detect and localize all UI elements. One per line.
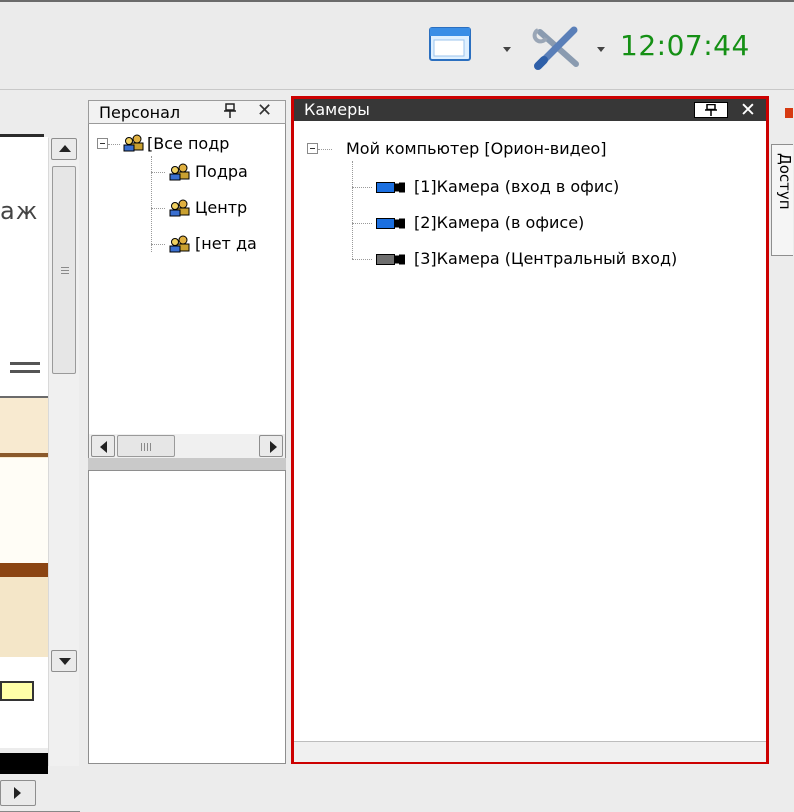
scroll-up-button[interactable] [51,138,77,160]
clock: 12:07:44 [620,29,750,62]
left-panel-bar [0,453,48,457]
tools-dropdown-arrow[interactable] [597,47,605,52]
left-partial-panel: аж [0,96,88,812]
camera-item[interactable]: [1]Камера (вход в офис) [414,177,619,197]
personal-horizontal-scrollbar[interactable] [88,434,286,458]
camera-item[interactable]: [3]Камера (Центральный вход) [414,249,677,269]
personal-panel: Персонал ✕ [Все подр Подра Центр [нет да [88,96,286,764]
chevron-up-icon [59,145,71,152]
tools-icon[interactable] [530,24,586,70]
collapse-toggle[interactable] [307,143,318,154]
tree-item[interactable]: Центр [195,198,247,218]
pin-icon[interactable] [223,103,237,123]
panel-splitter[interactable] [88,458,286,470]
right-dock-strip: Доступ [769,96,794,764]
people-group-icon [169,199,190,217]
left-panel-band [0,577,48,657]
chevron-right-icon [270,441,277,453]
cameras-panel-header: Камеры ✕ [294,99,766,121]
close-icon[interactable]: ✕ [740,100,756,120]
left-panel-yellow-box [0,681,34,701]
scroll-left-button[interactable] [91,435,115,457]
close-icon[interactable]: ✕ [257,102,272,120]
toolbar: 12:07:44 [0,0,794,90]
pin-icon[interactable] [694,102,728,118]
scroll-thumb[interactable] [52,166,76,374]
scroll-thumb[interactable] [117,435,175,457]
scroll-right-button[interactable] [259,435,283,457]
tab-access-label: Доступ [776,153,794,210]
camera-item[interactable]: [2]Камера (в офисе) [414,213,584,233]
people-group-icon [169,163,190,181]
tree-item[interactable]: [Все подр [147,134,229,154]
left-panel-band [0,362,48,458]
people-group-icon [123,134,144,152]
people-group-icon [169,235,190,253]
personal-lower-area [88,470,286,764]
personal-tree: [Все подр Подра Центр [нет да [88,124,286,452]
cameras-panel-footer [294,741,766,762]
chevron-down-icon [59,658,71,665]
left-panel-bar [0,563,48,577]
personal-panel-title: Персонал [99,103,181,122]
cameras-tree: Мой компьютер [Орион-видео] [1]Камера (в… [294,121,766,741]
toolbar-divider [0,89,794,90]
cameras-panel: Камеры ✕ Мой компьютер [Орион-видео] [1]… [291,96,769,764]
camera-icon [376,254,405,265]
collapse-toggle[interactable] [97,138,108,149]
camera-icon [376,182,405,193]
window-dropdown-arrow[interactable] [503,47,511,52]
tree-item[interactable]: Подра [195,162,248,182]
personal-panel-header: Персонал ✕ [88,100,286,124]
chevron-left-icon [100,441,107,453]
chevron-right-icon [14,787,21,799]
cameras-panel-title: Камеры [304,100,370,119]
tab-access[interactable]: Доступ [771,144,794,256]
scroll-down-button[interactable] [51,650,77,672]
camera-icon [376,218,405,229]
left-panel-partial-text: аж [0,197,39,225]
tree-item[interactable]: [нет да [195,234,257,254]
left-panel-band [0,458,48,563]
left-vertical-scrollbar[interactable] [48,138,79,766]
window-icon[interactable] [428,26,474,64]
marker-icon [785,108,793,118]
computer-node[interactable]: Мой компьютер [Орион-видео] [346,139,607,159]
scroll-right-button[interactable] [0,780,36,806]
